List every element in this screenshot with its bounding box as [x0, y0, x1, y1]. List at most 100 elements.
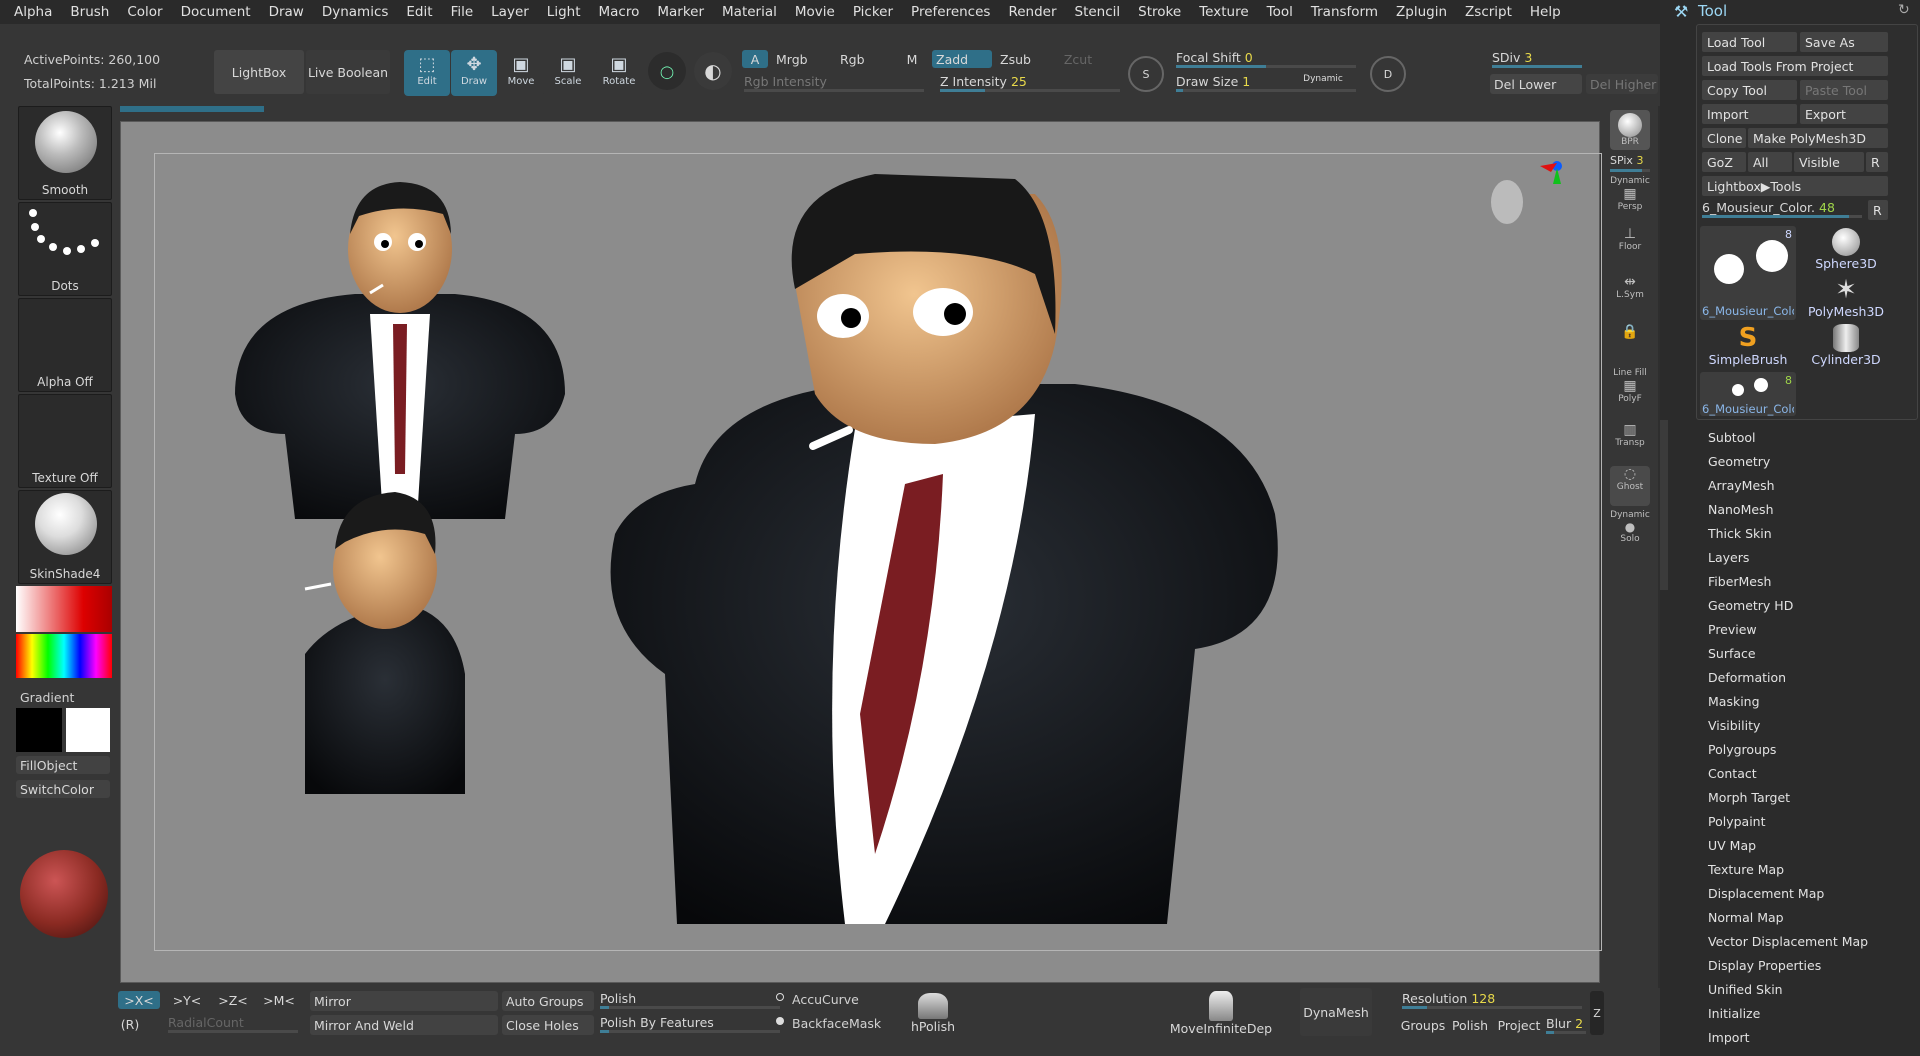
export-button[interactable]: Export [1800, 104, 1888, 124]
tool-thumb-cylinder3d[interactable]: Cylinder3D [1798, 324, 1894, 370]
radialcount-slider[interactable]: RadialCount [168, 1015, 298, 1033]
m-button[interactable]: M [900, 50, 924, 68]
move-button[interactable]: ▣ Move [498, 50, 544, 96]
mrgb-button[interactable]: Mrgb [772, 50, 832, 68]
make-polymesh3d-button[interactable]: Make PolyMesh3D [1748, 128, 1888, 148]
menu-edit[interactable]: Edit [406, 4, 432, 20]
subpalette-normal-map[interactable]: Normal Map [1708, 910, 1784, 925]
subpalette-polypaint[interactable]: Polypaint [1708, 814, 1766, 829]
subpalette-preview[interactable]: Preview [1708, 622, 1757, 637]
close-holes-button[interactable]: Close Holes [502, 1015, 594, 1035]
subpalette-deformation[interactable]: Deformation [1708, 670, 1786, 685]
subpalette-import[interactable]: Import [1708, 1030, 1750, 1045]
material-slot[interactable]: SkinShade4 [18, 490, 112, 584]
subpalette-geometry-hd[interactable]: Geometry HD [1708, 598, 1793, 613]
gradient-label[interactable]: Gradient [20, 690, 74, 705]
subpalette-layers[interactable]: Layers [1708, 550, 1749, 565]
live-boolean-button[interactable]: Live Boolean [306, 50, 390, 94]
linefill-button[interactable]: Line Fill ▦ PolyF [1610, 368, 1650, 408]
paste-tool-button[interactable]: Paste Tool [1800, 80, 1888, 100]
refresh-icon[interactable]: ↻ [1898, 2, 1910, 18]
m-symmetry-button[interactable]: >M< [258, 991, 300, 1009]
tool-thumb-mousieur-1[interactable]: 8 6_Mousieur_Colo [1700, 226, 1796, 320]
polish-toggle[interactable]: Polish [1450, 1015, 1490, 1035]
tool-thumb-polymesh3d[interactable]: ✶ PolyMesh3D [1798, 276, 1894, 322]
zadd-button[interactable]: Zadd [932, 50, 992, 68]
panel-scrollbar[interactable] [1660, 420, 1668, 590]
menu-material[interactable]: Material [722, 4, 777, 20]
secondary-color-swatch[interactable] [16, 708, 62, 752]
main-color-swatch[interactable] [66, 708, 110, 752]
texture-slot[interactable]: Texture Off [18, 394, 112, 488]
backfacemask-radio[interactable] [776, 1017, 784, 1025]
floor-button[interactable]: ⊥ Floor [1610, 226, 1650, 266]
subpalette-unified-skin[interactable]: Unified Skin [1708, 982, 1783, 997]
copy-tool-button[interactable]: Copy Tool [1702, 80, 1797, 100]
auto-groups-button[interactable]: Auto Groups [502, 991, 594, 1011]
r-button[interactable]: R [1866, 152, 1888, 172]
fillobject-button[interactable]: FillObject [16, 756, 110, 774]
subpalette-geometry[interactable]: Geometry [1708, 454, 1770, 469]
tool-thumb-simplebrush[interactable]: S SimpleBrush [1700, 324, 1796, 370]
brush-slot[interactable]: Smooth [18, 106, 112, 200]
resolution-slider[interactable]: Resolution 128 [1402, 991, 1582, 1009]
tool-thumb-sphere3d[interactable]: Sphere3D [1798, 228, 1894, 274]
polish-slider[interactable]: Polish [600, 991, 780, 1009]
load-tools-from-project-button[interactable]: Load Tools From Project [1702, 56, 1888, 76]
rotate-button[interactable]: ▣ Rotate [596, 50, 642, 96]
menu-picker[interactable]: Picker [853, 4, 893, 20]
load-tool-button[interactable]: Load Tool [1702, 32, 1797, 52]
z-symmetry-button[interactable]: >Z< [212, 991, 254, 1009]
x-symmetry-button[interactable]: >X< [118, 991, 160, 1009]
goz-button[interactable]: GoZ [1702, 152, 1746, 172]
stroke-slot[interactable]: Dots [18, 202, 112, 296]
focal-shift-slider[interactable]: Focal Shift 0 [1176, 50, 1356, 68]
menu-tool[interactable]: Tool [1267, 4, 1293, 20]
menu-marker[interactable]: Marker [657, 4, 704, 20]
hpolish-button[interactable]: hPolish [908, 988, 958, 1038]
z-edge-button[interactable]: Z [1590, 991, 1604, 1035]
subpalette-polygroups[interactable]: Polygroups [1708, 742, 1776, 757]
del-lower-button[interactable]: Del Lower [1490, 74, 1582, 94]
mirror-button[interactable]: Mirror [310, 991, 498, 1011]
menu-layer[interactable]: Layer [491, 4, 529, 20]
menu-transform[interactable]: Transform [1311, 4, 1378, 20]
z-intensity-slider[interactable]: Z Intensity 25 [940, 74, 1120, 92]
draw-button[interactable]: ✥ Draw [451, 50, 497, 96]
subpalette-vector-displacement-map[interactable]: Vector Displacement Map [1708, 934, 1868, 949]
subpalette-nanomesh[interactable]: NanoMesh [1708, 502, 1774, 517]
tool-panel-title[interactable]: Tool [1698, 2, 1727, 20]
texture-sphere-icon[interactable]: ◐ [694, 52, 732, 90]
navigation-head-gizmo[interactable] [1491, 161, 1562, 224]
menu-dynamics[interactable]: Dynamics [322, 4, 389, 20]
save-as-button[interactable]: Save As [1800, 32, 1888, 52]
radial-button[interactable]: (R) [118, 1015, 142, 1033]
menu-stroke[interactable]: Stroke [1138, 4, 1181, 20]
a-button[interactable]: A [742, 50, 768, 68]
accucurve-radio[interactable] [776, 993, 784, 1001]
visible-button[interactable]: Visible [1794, 152, 1864, 172]
edit-button[interactable]: ⬚ Edit [404, 50, 450, 96]
import-button[interactable]: Import [1702, 104, 1797, 124]
ghost-button[interactable]: ◌ Ghost [1610, 466, 1650, 506]
del-higher-button[interactable]: Del Higher [1586, 74, 1658, 94]
subpalette-displacement-map[interactable]: Displacement Map [1708, 886, 1824, 901]
subpalette-morph-target[interactable]: Morph Target [1708, 790, 1790, 805]
s-brush-settings-button[interactable]: S [1128, 56, 1164, 92]
subpalette-texture-map[interactable]: Texture Map [1708, 862, 1784, 877]
rgb-intensity-slider[interactable]: Rgb Intensity [744, 74, 924, 92]
lock-button[interactable]: 🔒 [1610, 324, 1650, 364]
current-tool-slider[interactable]: 6_Mousieur_Color. 48 [1702, 200, 1862, 218]
material-preview-sphere[interactable] [20, 850, 108, 938]
dynamic-toggle[interactable]: Dynamic [1300, 72, 1346, 86]
color-picker-square[interactable] [16, 586, 112, 632]
menu-zplugin[interactable]: Zplugin [1396, 4, 1447, 20]
menu-draw[interactable]: Draw [269, 4, 304, 20]
groups-button[interactable]: Groups [1400, 1015, 1446, 1035]
d-lazy-mouse-button[interactable]: D [1370, 56, 1406, 92]
menu-macro[interactable]: Macro [599, 4, 640, 20]
subpalette-fibermesh[interactable]: FiberMesh [1708, 574, 1771, 589]
subpalette-thick-skin[interactable]: Thick Skin [1708, 526, 1772, 541]
y-symmetry-button[interactable]: >Y< [166, 991, 208, 1009]
switchcolor-button[interactable]: SwitchColor [16, 780, 110, 798]
